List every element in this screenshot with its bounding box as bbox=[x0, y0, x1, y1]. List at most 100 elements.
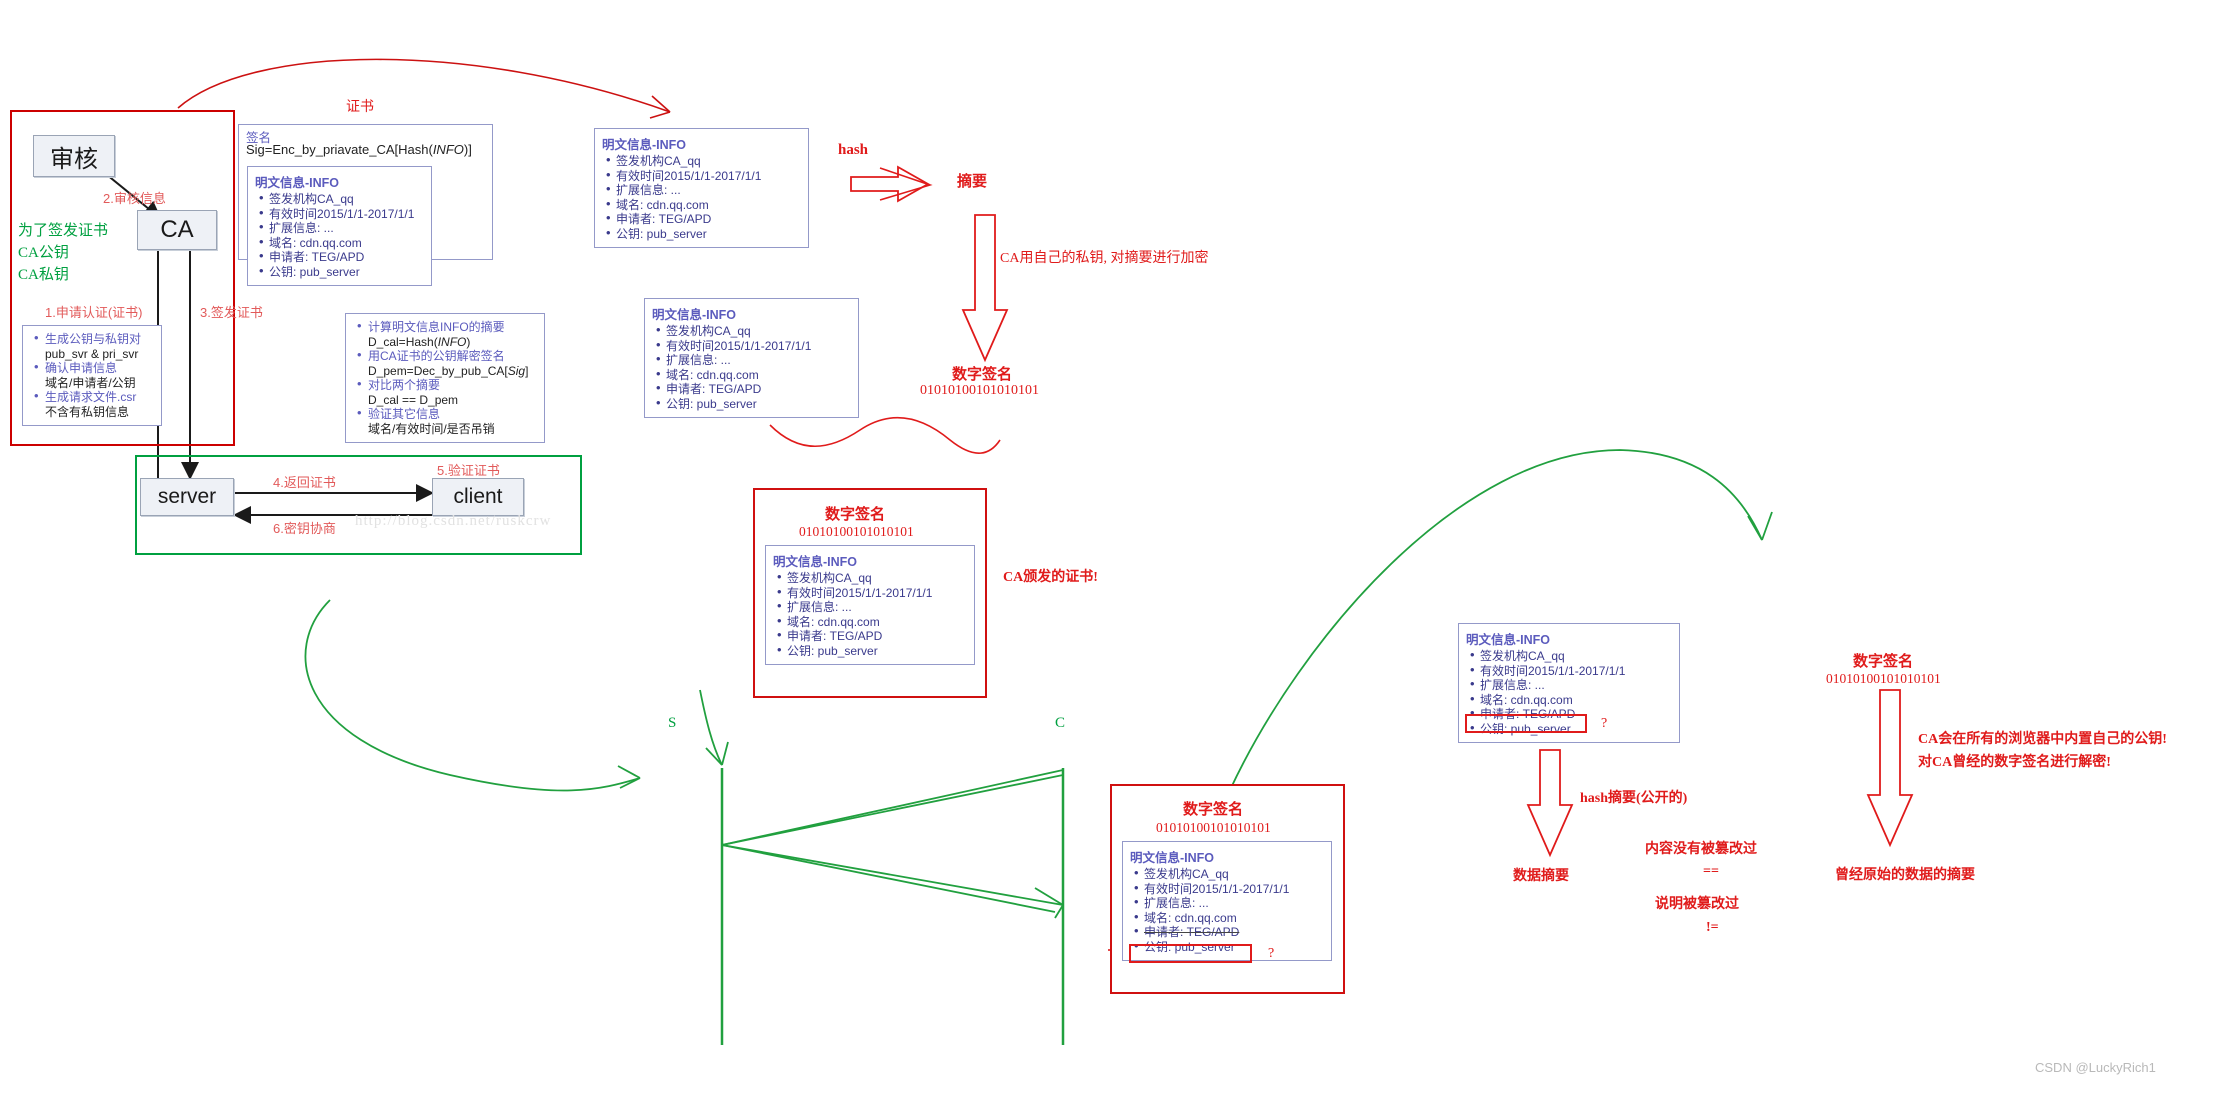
review-node[interactable]: 审核 bbox=[33, 135, 115, 177]
info-card-item: 扩展信息: ... bbox=[259, 220, 424, 236]
signature-formula-em: INFO bbox=[432, 142, 464, 157]
step-5-label: 5.验证证书 bbox=[437, 463, 500, 478]
csr-item-sub: pub_svr & pri_svr bbox=[45, 346, 139, 361]
info-card-item: 域名: cdn.qq.com bbox=[259, 235, 424, 251]
csr-list: 生成公钥与私钥对 pub_svr & pri_svr 确认申请信息 域名/申请者… bbox=[31, 331, 153, 419]
verify-step-item: 用CA证书的公钥解密签名 D_pem=Dec_by_pub_CA[Sig] bbox=[357, 348, 536, 378]
info-card-item: 域名: cdn.qq.com bbox=[1470, 692, 1672, 708]
info-card-item: 域名: cdn.qq.com bbox=[656, 367, 851, 383]
csr-item-sub: 不含有私钥信息 bbox=[45, 404, 130, 419]
step-1-label: 1.申请认证(证书) bbox=[45, 305, 143, 320]
info-card-item: 签发机构CA_qq bbox=[1470, 648, 1672, 664]
info-card-list: 签发机构CA_qq 有效时间2015/1/1-2017/1/1 扩展信息: ..… bbox=[1130, 866, 1324, 954]
verify-step-sub: D_pem=Dec_by_pub_CA[Sig] bbox=[368, 363, 529, 378]
step-4-label: 4.返回证书 bbox=[273, 475, 336, 490]
info-card-item: 有效时间2015/1/1-2017/1/1 bbox=[259, 206, 424, 222]
info-card-item: 有效时间2015/1/1-2017/1/1 bbox=[1470, 663, 1672, 679]
info-card-item: 域名: cdn.qq.com bbox=[1134, 910, 1324, 926]
csdn-watermark: CSDN @LuckyRich1 bbox=[2035, 1060, 2156, 1075]
timeline-c-label: C bbox=[1055, 715, 1066, 731]
ca-node-label: CA bbox=[160, 216, 194, 243]
info-card-item: 有效时间2015/1/1-2017/1/1 bbox=[606, 168, 801, 184]
info-card-item: 公钥: pub_server bbox=[606, 226, 801, 242]
info-card-item-applicant: 申请者: TEG/APD bbox=[1134, 924, 1324, 940]
csr-item-sub: 域名/申请者/公钥 bbox=[45, 375, 136, 390]
verify-steps-list: 计算明文信息INFO的摘要 D_cal=Hash(INFO) 用CA证书的公钥解… bbox=[354, 319, 536, 436]
server-node[interactable]: server bbox=[140, 478, 234, 516]
green-note-1: CA公钥 bbox=[18, 245, 69, 261]
info-card-item: 申请者: TEG/APD bbox=[777, 628, 967, 644]
info-card-list: 签发机构CA_qq 有效时间2015/1/1-2017/1/1 扩展信息: ..… bbox=[255, 191, 424, 279]
tampered-note: 说明被篡改过 bbox=[1655, 897, 1739, 912]
ca-node[interactable]: CA bbox=[137, 210, 217, 250]
info-card-item: 申请者: TEG/APD bbox=[606, 211, 801, 227]
verify-step-item: 验证其它信息 域名/有效时间/是否吊销 bbox=[357, 406, 536, 436]
info-card-item: 有效时间2015/1/1-2017/1/1 bbox=[1134, 881, 1324, 897]
info-card-issued: 明文信息-INFO 签发机构CA_qq 有效时间2015/1/1-2017/1/… bbox=[765, 545, 975, 665]
info-card-title: 明文信息-INFO bbox=[255, 176, 340, 190]
content-not-tampered-note: 内容没有被篡改过 bbox=[1645, 842, 1757, 857]
info-card-item: 签发机构CA_qq bbox=[656, 323, 851, 339]
info-card-item: 有效时间2015/1/1-2017/1/1 bbox=[777, 585, 967, 601]
original-digest-label: 曾经原始的数据的摘要 bbox=[1835, 868, 1975, 883]
verify-step-sub: D_cal=Hash(INFO) bbox=[368, 334, 471, 349]
csr-item: 确认申请信息 域名/申请者/公钥 bbox=[34, 360, 153, 390]
issued-cert-note: CA颁发的证书! bbox=[1003, 570, 1098, 585]
server-node-label: server bbox=[157, 485, 217, 508]
csr-item: 生成公钥与私钥对 pub_svr & pri_svr bbox=[34, 331, 153, 361]
info-card-item: 公钥: pub_server bbox=[777, 643, 967, 659]
info-card-cert: 明文信息-INFO 签发机构CA_qq 有效时间2015/1/1-2017/1/… bbox=[247, 166, 432, 286]
info-card-list: 签发机构CA_qq 有效时间2015/1/1-2017/1/1 扩展信息: ..… bbox=[602, 153, 801, 242]
info-card-item: 扩展信息: ... bbox=[656, 352, 851, 368]
info-card-title: 明文信息-INFO bbox=[1466, 633, 1551, 647]
csr-item-head: 生成公钥与私钥对 bbox=[45, 332, 142, 346]
verify-step-sub: D_cal == D_pem bbox=[368, 392, 459, 407]
client-node-label: client bbox=[453, 485, 503, 508]
info-card-plain-2: 明文信息-INFO 签发机构CA_qq 有效时间2015/1/1-2017/1/… bbox=[644, 298, 859, 418]
info-card-item: 扩展信息: ... bbox=[1470, 677, 1672, 693]
info-card-item: 签发机构CA_qq bbox=[606, 153, 801, 169]
equal-sign: == bbox=[1703, 864, 1719, 879]
csr-item: 生成请求文件.csr 不含有私钥信息 bbox=[34, 389, 153, 419]
signature-formula-pre: Sig=Enc_by_priavate_CA[Hash( bbox=[246, 142, 433, 157]
signature-formula: Sig=Enc_by_priavate_CA[Hash(INFO)] bbox=[246, 142, 472, 157]
info-card-client: 明文信息-INFO 签发机构CA_qq 有效时间2015/1/1-2017/1/… bbox=[1122, 841, 1332, 961]
right-ds-title: 数字签名 bbox=[1853, 654, 1914, 670]
csr-card: 生成公钥与私钥对 pub_svr & pri_svr 确认申请信息 域名/申请者… bbox=[22, 325, 162, 426]
verify-step-head: 对比两个摘要 bbox=[368, 378, 441, 392]
csr-item-head: 确认申请信息 bbox=[45, 361, 118, 375]
info-card-item: 有效时间2015/1/1-2017/1/1 bbox=[656, 338, 851, 354]
info-card-list: 签发机构CA_qq 有效时间2015/1/1-2017/1/1 扩展信息: ..… bbox=[652, 323, 851, 412]
digest-label: 摘要 bbox=[957, 174, 988, 190]
not-equal-sign: != bbox=[1706, 920, 1719, 935]
info-card-list: 签发机构CA_qq 有效时间2015/1/1-2017/1/1 扩展信息: ..… bbox=[773, 570, 967, 659]
certificate-label: 证书 bbox=[346, 100, 374, 115]
info-card-item: 扩展信息: ... bbox=[606, 182, 801, 198]
info-card-item: 签发机构CA_qq bbox=[1134, 866, 1324, 882]
hash-digest-note: hash摘要(公开的) bbox=[1580, 791, 1688, 806]
green-note-2: CA私钥 bbox=[18, 267, 69, 283]
verify-step-item: 计算明文信息INFO的摘要 D_cal=Hash(INFO) bbox=[357, 319, 536, 349]
info-card-title: 明文信息-INFO bbox=[773, 555, 858, 569]
client-node[interactable]: client bbox=[432, 478, 524, 516]
client-cert-title: 数字签名 bbox=[1183, 802, 1244, 818]
info-card-item: 公钥: pub_server bbox=[656, 396, 851, 412]
green-note-0: 为了签发证书 bbox=[18, 223, 109, 239]
timeline-s-label: S bbox=[668, 715, 677, 731]
client-cert-bits: 01010100101010101 bbox=[1156, 820, 1271, 835]
info-card-item: 签发机构CA_qq bbox=[777, 570, 967, 586]
info-card-item: 签发机构CA_qq bbox=[259, 191, 424, 207]
verify-step-item: 对比两个摘要 D_cal == D_pem bbox=[357, 377, 536, 407]
issued-cert-bits: 01010100101010101 bbox=[799, 524, 914, 539]
review-node-label: 审核 bbox=[50, 145, 98, 173]
signature-formula-post: )] bbox=[463, 142, 472, 157]
digital-signature-bits: 01010100101010101 bbox=[920, 383, 1039, 398]
pubkey-highlight-box bbox=[1129, 944, 1252, 963]
csr-item-head: 生成请求文件.csr bbox=[45, 390, 137, 404]
info-card-title: 明文信息-INFO bbox=[652, 308, 737, 322]
info-card-plain-1: 明文信息-INFO 签发机构CA_qq 有效时间2015/1/1-2017/1/… bbox=[594, 128, 809, 248]
digital-signature-title: 数字签名 bbox=[952, 367, 1013, 383]
verify-step-sub: 域名/有效时间/是否吊销 bbox=[368, 421, 495, 436]
hash-label: hash bbox=[838, 142, 869, 158]
info-card-item: 扩展信息: ... bbox=[777, 599, 967, 615]
